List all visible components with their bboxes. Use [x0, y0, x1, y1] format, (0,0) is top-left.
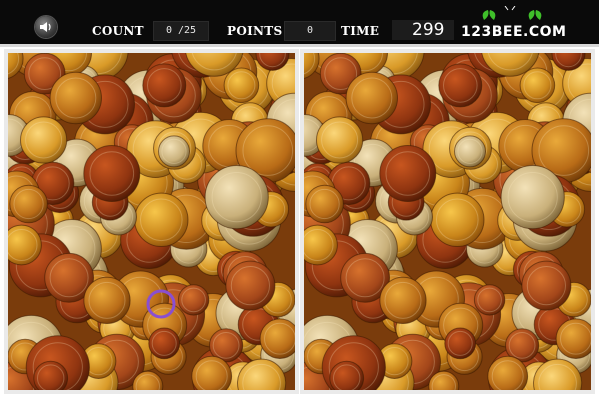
coin: [329, 360, 365, 390]
coin: [9, 184, 48, 224]
coin: [473, 284, 506, 316]
right-image-panel[interactable]: [300, 49, 595, 394]
coin: [430, 192, 485, 248]
coin: [500, 165, 565, 230]
coin: [8, 224, 42, 266]
coin: [19, 116, 68, 164]
coin: [83, 145, 141, 202]
coin: [438, 63, 483, 108]
coin: [33, 360, 69, 390]
coin: [519, 67, 556, 104]
site-logo[interactable]: 123BEE.COM: [461, 24, 566, 40]
coin: [315, 116, 364, 164]
coin: [142, 63, 187, 108]
speaker-icon: [40, 22, 51, 32]
coin: [487, 355, 529, 390]
points-label: POINTS: [227, 24, 283, 38]
header-divider: [0, 44, 599, 47]
points-value: 0: [284, 21, 336, 41]
coin: [444, 327, 477, 360]
coin: [304, 224, 338, 266]
count-label: COUNT: [92, 24, 144, 38]
left-image-panel[interactable]: [4, 49, 299, 394]
coin: [158, 135, 190, 168]
coin-image-original[interactable]: [8, 53, 295, 390]
coin: [225, 260, 276, 311]
time-value: 299: [412, 20, 445, 40]
coin: [204, 165, 269, 230]
coin: [177, 284, 210, 316]
coin: [83, 276, 131, 324]
coin: [259, 318, 295, 359]
coin-image-modified[interactable]: [304, 53, 591, 390]
coin: [345, 71, 399, 125]
top-bar: COUNT 0 /25 POINTS 0 TIME 299 123BEE.COM: [0, 0, 599, 44]
coin: [379, 145, 437, 202]
count-value: 0 /25: [153, 21, 209, 41]
time-label: TIME: [341, 24, 380, 38]
coin: [521, 260, 572, 311]
coin: [148, 327, 181, 360]
coin: [223, 67, 260, 104]
coin: [379, 276, 427, 324]
coin: [305, 184, 344, 224]
sound-toggle-button[interactable]: [35, 16, 57, 38]
coin: [49, 71, 103, 125]
coin: [134, 192, 189, 248]
spot-difference-game: COUNT 0 /25 POINTS 0 TIME 299 123BEE.COM: [0, 0, 599, 401]
coin: [555, 318, 591, 359]
bee-icon: [482, 6, 542, 20]
coin: [191, 355, 233, 390]
coin: [454, 135, 486, 168]
